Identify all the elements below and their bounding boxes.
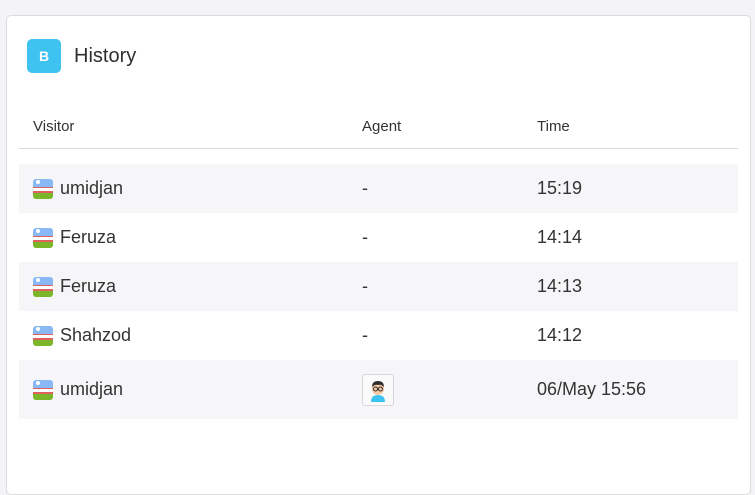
time-value: 14:12 (537, 325, 583, 345)
visitor-name: umidjan (60, 178, 124, 198)
time-value: 15:19 (537, 178, 583, 198)
table-body: umidjan - 15:19 Feruza - 14:14 Feruza - (19, 164, 738, 419)
visitor-name: umidjan (60, 379, 124, 399)
table-header: Visitor Agent Time (19, 107, 738, 149)
agent-value: - (362, 178, 368, 198)
agent-value: - (362, 325, 368, 345)
time-value: 14:13 (537, 276, 583, 296)
brand-badge: B (27, 39, 61, 73)
time-value: 14:14 (537, 227, 583, 247)
card-title: History (74, 44, 137, 67)
uzbekistan-flag-icon (33, 276, 53, 297)
uzbekistan-flag-icon (33, 325, 53, 346)
visitor-name: Feruza (60, 227, 117, 247)
table-row[interactable]: Shahzod - 14:12 (19, 311, 738, 360)
uzbekistan-flag-icon (33, 178, 53, 199)
table-row[interactable]: umidjan 06/May 15:56 (19, 360, 738, 419)
table-row[interactable]: Feruza - 14:13 (19, 262, 738, 311)
agent-value: - (362, 227, 368, 247)
card-header: B History (27, 39, 136, 73)
column-header-visitor: Visitor (33, 118, 75, 135)
table-row[interactable]: Feruza - 14:14 (19, 213, 738, 262)
agent-avatar-icon[interactable] (362, 373, 394, 406)
uzbekistan-flag-icon (33, 379, 53, 400)
table-row[interactable]: umidjan - 15:19 (19, 164, 738, 213)
history-card: B History Visitor Agent Time umidjan - 1… (6, 15, 751, 495)
time-value: 06/May 15:56 (537, 379, 647, 399)
visitor-name: Shahzod (60, 325, 132, 345)
visitor-name: Feruza (60, 276, 117, 296)
history-table: Visitor Agent Time umidjan - 15:19 Feruz… (19, 107, 738, 419)
uzbekistan-flag-icon (33, 227, 53, 248)
agent-value: - (362, 276, 368, 296)
column-header-agent: Agent (362, 118, 402, 135)
column-header-time: Time (537, 118, 570, 135)
